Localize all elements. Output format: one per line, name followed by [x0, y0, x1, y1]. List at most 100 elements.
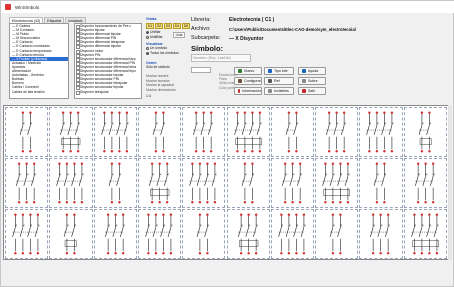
- symbol-cell[interactable]: × ×: [49, 209, 93, 259]
- svg-text:×: ×: [155, 222, 158, 227]
- symbol-cell[interactable]: × × × ×: [5, 209, 49, 259]
- symbol-name-field[interactable]: Nombre (Shp: LabDkl): [191, 54, 251, 62]
- symbol-cell[interactable]: × ×: [403, 107, 447, 157]
- symbol-cell[interactable]: × ×: [93, 158, 137, 208]
- breaker-symbol-icon: × × × ×: [410, 213, 439, 255]
- svg-text:×: ×: [328, 120, 331, 125]
- radio-all-symbols[interactable]: Todos los símbolos: [146, 51, 179, 56]
- radio-multifilar[interactable]: Multifilar: [146, 35, 163, 40]
- title-bar: WinSímbolo: [1, 1, 454, 13]
- symbol-cell[interactable]: × ×: [226, 158, 270, 208]
- list-item[interactable]: Disyuntor tetrapolar: [75, 90, 141, 95]
- symbol-cell[interactable]: × × ×: [315, 107, 359, 157]
- svg-text:×: ×: [162, 222, 165, 227]
- svg-text:×: ×: [424, 171, 427, 176]
- symbol-cell[interactable]: × × ×: [49, 107, 93, 157]
- svg-text:×: ×: [33, 171, 36, 176]
- button-label: Tipo lote: [274, 69, 288, 73]
- check-show-dimensions[interactable]: Mostrar dimensiones: [146, 88, 176, 93]
- svg-text:×: ×: [126, 120, 129, 125]
- action-button[interactable]: Invisibles: [264, 87, 294, 95]
- svg-text:×: ×: [432, 171, 435, 176]
- button-label: Sobre: [308, 79, 318, 83]
- svg-text:×: ×: [70, 120, 73, 125]
- svg-text:×: ×: [147, 222, 150, 227]
- view-slot-button[interactable]: D3: [164, 23, 172, 29]
- subfolder-label: Subcarpeta:: [191, 35, 221, 41]
- symbol-cell[interactable]: × × × ×: [49, 158, 93, 208]
- svg-text:×: ×: [162, 120, 165, 125]
- symbol-cell[interactable]: × × × ×: [270, 209, 315, 259]
- symbol-cell[interactable]: × ×: [315, 209, 359, 259]
- svg-text:×: ×: [376, 120, 379, 125]
- svg-text:×: ×: [417, 171, 420, 176]
- svg-text:×: ×: [288, 120, 291, 125]
- breaker-symbol-icon: × × ×: [281, 162, 302, 204]
- symbol-cell[interactable]: × × ×: [359, 209, 403, 259]
- library-value: Electrotecnia ( C1 ): [229, 17, 275, 23]
- breaker-symbol-icon: × × ×: [237, 213, 258, 255]
- view-slot-button[interactable]: D4: [173, 23, 181, 29]
- svg-text:×: ×: [343, 120, 346, 125]
- action-button[interactable]: Información: [234, 87, 262, 95]
- button-icon: [302, 79, 306, 83]
- symbol-cell[interactable]: × × × ×: [93, 107, 137, 157]
- action-button[interactable]: Tipo lote: [264, 67, 294, 75]
- action-button[interactable]: Nuevo: [234, 67, 262, 75]
- symbol-cell[interactable]: × × × ×: [403, 209, 447, 259]
- symbol-cell[interactable]: × × ×: [403, 158, 447, 208]
- button-icon: [238, 69, 242, 73]
- button-label: Nuevo: [244, 69, 255, 73]
- symbol-cell[interactable]: × ×: [270, 107, 315, 157]
- svg-text:×: ×: [347, 171, 350, 176]
- svg-text:×: ×: [255, 222, 258, 227]
- view-slot-button[interactable]: D2: [155, 23, 163, 29]
- symbol-cell[interactable]: × × ×: [182, 107, 226, 157]
- button-icon: [268, 89, 272, 93]
- svg-text:×: ×: [284, 171, 287, 176]
- action-button[interactable]: Salir: [298, 87, 326, 95]
- breaker-symbol-icon: × × × ×: [145, 213, 173, 255]
- breaker-symbol-icon: × × ×: [193, 111, 214, 153]
- symbol-cell[interactable]: × × × ×: [226, 107, 270, 157]
- list-button[interactable]: Lista: [173, 32, 185, 38]
- tree-item[interactable]: Cables de alta tensión: [10, 90, 68, 94]
- symbol-cell[interactable]: × × × ×: [137, 209, 182, 259]
- action-button[interactable]: Sobre: [298, 77, 326, 85]
- symbol-cell[interactable]: × × ×: [93, 209, 137, 259]
- symbol-cell[interactable]: × ×: [5, 107, 49, 157]
- symbol-cell[interactable]: × × × ×: [182, 158, 226, 208]
- svg-text:×: ×: [373, 222, 376, 227]
- breaker-symbol-icon: × × ×: [414, 162, 435, 204]
- svg-text:×: ×: [207, 171, 210, 176]
- symbol-cell[interactable]: × ×: [359, 158, 403, 208]
- symbol-cell[interactable]: × × × ×: [315, 158, 359, 208]
- view-slot-button[interactable]: D1: [146, 23, 154, 29]
- filter-select[interactable]: [191, 67, 211, 73]
- action-button[interactable]: Ayuda: [298, 67, 326, 75]
- symbol-list[interactable]: Disyuntor funcionamiento de Pes c Disyunt…: [74, 23, 142, 99]
- app-icon: [5, 4, 11, 10]
- folder-tree[interactable]: — E Galena — M Contactor — M Fluido — M Sec…: [9, 23, 69, 99]
- breaker-symbol-icon: × ×: [329, 213, 343, 255]
- grid-scrollbar[interactable]: [448, 105, 452, 260]
- symbol-cell[interactable]: × ×: [182, 209, 226, 259]
- svg-text:×: ×: [159, 171, 162, 176]
- symbol-cell[interactable]: × × ×: [226, 209, 270, 259]
- view-slot-button[interactable]: D5: [182, 23, 190, 29]
- symbol-cell[interactable]: × ×: [137, 107, 182, 157]
- svg-text:×: ×: [303, 222, 306, 227]
- symbol-cell[interactable]: × × ×: [137, 158, 182, 208]
- window-title: WinSímbolo: [15, 4, 40, 10]
- show-group: Visualizar Un símbolo Todos los símbolos: [146, 42, 179, 56]
- order-label: Sólo de símbolo: [146, 65, 170, 69]
- action-button[interactable]: Ref: [264, 77, 294, 85]
- symbol-cell[interactable]: × × × ×: [359, 107, 403, 157]
- action-button[interactable]: Configurar: [234, 77, 262, 85]
- symbol-cell[interactable]: × × ×: [270, 158, 315, 208]
- symbol-cell[interactable]: × × ×: [5, 158, 49, 208]
- svg-text:×: ×: [59, 171, 62, 176]
- svg-text:×: ×: [258, 120, 261, 125]
- symbol-preview-grid[interactable]: × × × × × × × × × × × × × × × × × × × × × × × × × × × × × × × × × × × × × × × ×…: [3, 105, 452, 260]
- svg-text:×: ×: [421, 120, 424, 125]
